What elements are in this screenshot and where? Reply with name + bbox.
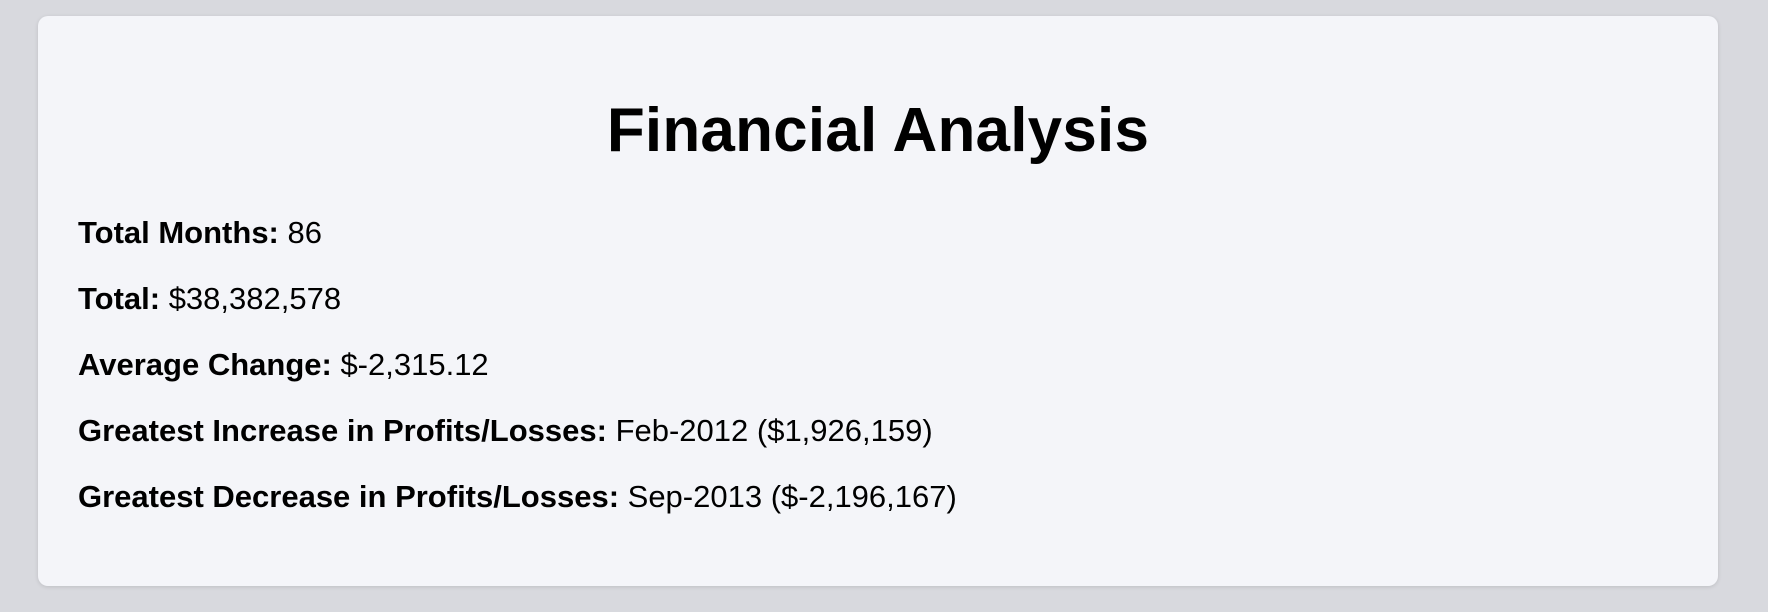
stat-value: 86 bbox=[287, 215, 322, 250]
stat-total-months: Total Months: 86 bbox=[78, 217, 322, 248]
stat-label: Total Months: bbox=[78, 215, 288, 250]
stat-total: Total: $38,382,578 bbox=[78, 283, 341, 314]
stat-value: Sep-2013 ($-2,196,167) bbox=[627, 479, 957, 514]
page-title: Financial Analysis bbox=[606, 96, 1150, 165]
stat-label: Greatest Increase in Profits/Losses: bbox=[78, 413, 616, 448]
stat-value: $-2,315.12 bbox=[340, 347, 489, 382]
stat-average-change: Average Change: $-2,315.12 bbox=[78, 349, 489, 380]
stat-greatest-decrease: Greatest Decrease in Profits/Losses: Sep… bbox=[78, 481, 957, 512]
stat-label: Total: bbox=[78, 281, 169, 316]
stat-label: Greatest Decrease in Profits/Losses: bbox=[78, 479, 628, 514]
stat-label: Average Change: bbox=[78, 347, 341, 382]
financial-analysis-card: Financial Analysis Total Months: 86 Tota… bbox=[38, 16, 1718, 586]
stat-value: Feb-2012 ($1,926,159) bbox=[615, 413, 933, 448]
stat-value: $38,382,578 bbox=[168, 281, 342, 316]
stat-greatest-increase: Greatest Increase in Profits/Losses: Feb… bbox=[78, 415, 933, 446]
